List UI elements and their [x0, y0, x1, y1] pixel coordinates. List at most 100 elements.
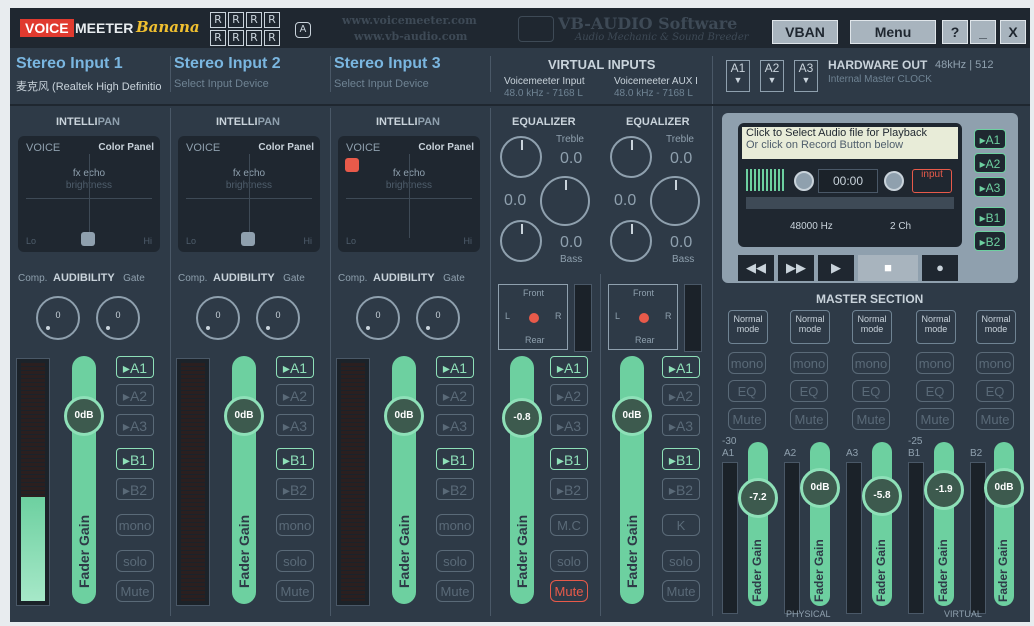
help-button[interactable]: ? [942, 20, 968, 44]
bus-b1-button[interactable]: ▸B1 [662, 448, 700, 470]
surround-panner[interactable]: Front L R Rear [498, 284, 568, 350]
master-mono-button[interactable]: mono [852, 352, 890, 374]
bus-a2-button[interactable]: ▸A2 [276, 384, 314, 406]
bus-a2-button[interactable]: ▸A2 [116, 384, 154, 406]
master-fader-knob[interactable]: -7.2 [738, 478, 778, 518]
comp-knob[interactable]: 0 [36, 296, 80, 340]
bus-b2-button[interactable]: ▸B2 [116, 478, 154, 500]
strip-device[interactable]: Select Input Device [334, 78, 484, 90]
surround-panner[interactable]: Front L R Rear [608, 284, 678, 350]
hw-out-a3-select[interactable]: A3 ▼ [794, 60, 818, 92]
gate-knob[interactable]: 0 [96, 296, 140, 340]
master-eq-button[interactable]: EQ [916, 380, 954, 402]
master-eq-button[interactable]: EQ [852, 380, 890, 402]
master-fader-knob[interactable]: -1.9 [924, 470, 964, 510]
bus-a2-button[interactable]: ▸A2 [436, 384, 474, 406]
intellipan-pad[interactable]: VOICE Color Panel fx echo brightness Lo … [338, 136, 480, 252]
player-bus-a3-button[interactable]: ▸A3 [974, 177, 1006, 197]
bus-a3-button[interactable]: ▸A3 [116, 414, 154, 436]
minimize-button[interactable]: _ [970, 20, 996, 44]
bus-a1-button[interactable]: ▸A1 [436, 356, 474, 378]
bus-b2-button[interactable]: ▸B2 [436, 478, 474, 500]
solo-button[interactable]: solo [276, 550, 314, 572]
bus-a1-button[interactable]: ▸A1 [276, 356, 314, 378]
bus-a3-button[interactable]: ▸A3 [550, 414, 588, 436]
bass-knob[interactable] [610, 220, 652, 262]
rewind-button[interactable]: ◀◀ [738, 255, 774, 281]
bus-a1-button[interactable]: ▸A1 [116, 356, 154, 378]
bus-a1-button[interactable]: ▸A1 [550, 356, 588, 378]
bus-a2-button[interactable]: ▸A2 [662, 384, 700, 406]
intellipan-pad[interactable]: VOICE Color Panel fx echo brightness Lo … [178, 136, 320, 252]
bus-a3-button[interactable]: ▸A3 [436, 414, 474, 436]
input-select-button[interactable]: input [912, 169, 952, 193]
strip-title[interactable]: Stereo Input 1 [16, 55, 123, 73]
bus-b1-button[interactable]: ▸B1 [436, 448, 474, 470]
player-bus-b1-button[interactable]: ▸B1 [974, 207, 1006, 227]
mute-button[interactable]: Mute [116, 580, 154, 602]
pan-cursor[interactable] [81, 232, 95, 246]
master-mute-button[interactable]: Mute [790, 408, 828, 430]
master-mute-button[interactable]: Mute [976, 408, 1014, 430]
normal-mode-button[interactable]: Normal mode [790, 310, 830, 344]
player-bus-a1-button[interactable]: ▸A1 [974, 129, 1006, 149]
bass-knob[interactable] [500, 220, 542, 262]
master-mono-button[interactable]: mono [976, 352, 1014, 374]
close-button[interactable]: X [1000, 20, 1026, 44]
mute-button[interactable]: Mute [662, 580, 700, 602]
fader-knob[interactable]: -0.8 [502, 398, 542, 438]
fader-knob[interactable]: 0dB [64, 396, 104, 436]
treble-knob[interactable] [610, 136, 652, 178]
pan-cursor[interactable] [241, 232, 255, 246]
record-button[interactable]: ● [922, 255, 958, 281]
bus-b1-button[interactable]: ▸B1 [276, 448, 314, 470]
comp-knob[interactable]: 0 [356, 296, 400, 340]
bus-b2-button[interactable]: ▸B2 [550, 478, 588, 500]
bus-b2-button[interactable]: ▸B2 [662, 478, 700, 500]
solo-button[interactable]: solo [662, 550, 700, 572]
strip-title[interactable]: Stereo Input 3 [334, 55, 441, 73]
master-eq-button[interactable]: EQ [728, 380, 766, 402]
normal-mode-button[interactable]: Normal mode [976, 310, 1016, 344]
master-eq-button[interactable]: EQ [790, 380, 828, 402]
mc-button[interactable]: M.C [550, 514, 588, 536]
master-mono-button[interactable]: mono [916, 352, 954, 374]
mono-button[interactable]: mono [436, 514, 474, 536]
fader-knob[interactable]: 0dB [384, 396, 424, 436]
player-bus-a2-button[interactable]: ▸A2 [974, 153, 1006, 173]
stop-button[interactable]: ■ [858, 255, 918, 281]
master-mono-button[interactable]: mono [790, 352, 828, 374]
bus-a3-button[interactable]: ▸A3 [276, 414, 314, 436]
gate-knob[interactable]: 0 [416, 296, 460, 340]
solo-button[interactable]: solo [436, 550, 474, 572]
mono-button[interactable]: mono [276, 514, 314, 536]
fader-knob[interactable]: 0dB [224, 396, 264, 436]
master-fader-knob[interactable]: 0dB [800, 468, 840, 508]
bus-b1-button[interactable]: ▸B1 [116, 448, 154, 470]
hw-out-a1-select[interactable]: A1 ▼ [726, 60, 750, 92]
vban-button[interactable]: VBAN [772, 20, 838, 44]
master-mono-button[interactable]: mono [728, 352, 766, 374]
hw-out-a2-select[interactable]: A2 ▼ [760, 60, 784, 92]
gate-knob[interactable]: 0 [256, 296, 300, 340]
mute-button[interactable]: Mute [550, 580, 588, 602]
comp-knob[interactable]: 0 [196, 296, 240, 340]
master-mute-button[interactable]: Mute [916, 408, 954, 430]
menu-button[interactable]: Menu [850, 20, 936, 44]
mid-knob[interactable] [540, 176, 590, 226]
pan-position[interactable] [639, 313, 649, 323]
forward-button[interactable]: ▶▶ [778, 255, 814, 281]
bus-a1-button[interactable]: ▸A1 [662, 356, 700, 378]
mute-button[interactable]: Mute [436, 580, 474, 602]
pan-position[interactable] [529, 313, 539, 323]
strip-device[interactable]: Select Input Device [174, 78, 324, 90]
file-select-area[interactable]: Click to Select Audio file for Playback … [742, 127, 958, 159]
master-fader-knob[interactable]: 0dB [984, 468, 1024, 508]
master-mute-button[interactable]: Mute [852, 408, 890, 430]
strip-title[interactable]: Stereo Input 2 [174, 55, 281, 73]
normal-mode-button[interactable]: Normal mode [916, 310, 956, 344]
mid-knob[interactable] [650, 176, 700, 226]
bus-a3-button[interactable]: ▸A3 [662, 414, 700, 436]
strip-device[interactable]: 麦克风 (Realtek High Definitio [16, 78, 166, 94]
master-eq-button[interactable]: EQ [976, 380, 1014, 402]
